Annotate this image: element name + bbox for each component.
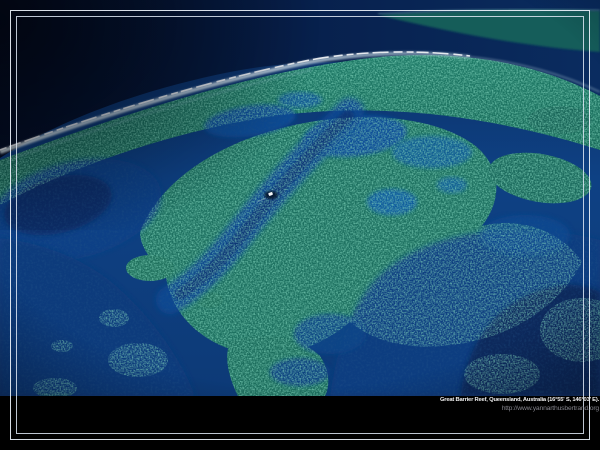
caption-location: Great Barrier Reef, Queensland, Australi… (279, 397, 599, 404)
wallpaper: Great Barrier Reef, Queensland, Australi… (0, 0, 600, 450)
reef-photo (0, 0, 600, 396)
caption-url: http://www.yannarthusbertrand.org (279, 405, 599, 412)
photo-caption: Great Barrier Reef, Queensland, Australi… (279, 397, 599, 412)
